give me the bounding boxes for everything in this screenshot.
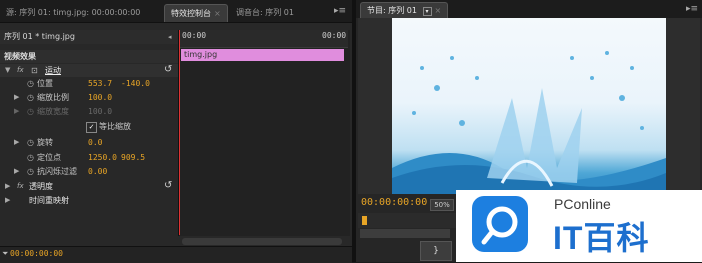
opacity-label: 透明度 [29,182,53,191]
position-row: ◷ 位置 553.7 -140.0 [0,77,178,90]
close-icon[interactable]: × [214,9,221,18]
antiflicker-row: ▶ ◷ 抗闪烁过滤 0.00 [0,165,178,178]
time-ruler[interactable]: 00:00 00:00 [180,30,348,48]
sequence-clip-label: 序列 01 * timg.jpg [0,30,182,44]
zoom-select[interactable]: 50% [430,199,454,211]
tab-source-label: 源: 序列 01: timg.jpg: 00:00:00:00 [6,8,141,17]
mark-out-button[interactable]: } [420,241,452,261]
uniform-scale-row: ✓ 等比缩放 [0,120,178,133]
timeline-scrollbar[interactable] [182,238,342,245]
video-effects-header: 视频效果 [0,50,178,63]
rotation-row: ▶ ◷ 旋转 0.0 [0,136,178,149]
tab-program[interactable]: 节目: 序列 01 ▾ × [360,2,449,18]
opacity-effect-row[interactable]: ▶ fx 透明度 ↺ [0,180,178,193]
panel-menu-icon[interactable]: ▸≡ [686,4,698,14]
chevron-right-icon[interactable]: ▶ [5,194,10,207]
watermark-logo-icon [472,196,528,252]
tab-audio-mixer-label: 调音台: 序列 01 [236,8,294,17]
stopwatch-icon: ◷ [27,107,34,116]
watermark-title: IT百科 [553,220,650,256]
ruler-time-start: 00:00 [182,31,207,40]
stopwatch-icon[interactable]: ◷ [27,165,34,178]
anchor-x-value[interactable]: 1250.0 [88,151,117,164]
stopwatch-icon[interactable]: ◷ [27,136,34,149]
transform-icon: ⊡ [31,66,38,75]
program-timecode[interactable]: 00:00:00:00 [361,197,427,208]
rotation-label: 旋转 [37,138,53,147]
scale-width-label: 缩放宽度 [37,107,69,116]
monitor-scroll-bar[interactable] [360,229,450,238]
left-tab-bar: 源: 序列 01: timg.jpg: 00:00:00:00 特效控制台 × 调… [0,0,352,23]
close-icon[interactable]: × [435,6,442,15]
tab-program-label: 节目: 序列 01 [367,6,417,15]
playhead-marker[interactable] [362,216,367,225]
stopwatch-icon[interactable]: ◷ [27,91,34,104]
fx-icon[interactable]: fx [17,64,24,77]
tab-effect-controls-label: 特效控制台 [171,9,211,18]
current-timecode[interactable]: 00:00:00:00 [10,249,63,258]
position-y-value[interactable]: -140.0 [121,77,150,90]
tab-source[interactable]: 源: 序列 01: timg.jpg: 00:00:00:00 [0,4,146,21]
expand-timeline-icon[interactable]: ◂ [168,33,172,41]
tab-effect-controls[interactable]: 特效控制台 × [164,4,228,22]
time-remap-row[interactable]: ▶ 时间重映射 [0,194,178,207]
scale-label: 缩放比例 [37,93,69,102]
motion-label: 运动 [45,66,61,75]
stopwatch-icon[interactable]: ◷ [27,77,34,90]
antiflicker-label: 抗闪烁过滤 [37,167,77,176]
time-remap-label: 时间重映射 [29,196,69,205]
right-tab-bar: 节目: 序列 01 ▾ × ▸≡ [356,0,702,18]
antiflicker-value[interactable]: 0.00 [88,165,107,178]
scale-value[interactable]: 100.0 [88,91,112,104]
motion-effect-row[interactable]: ▼ fx ⊡ 运动 ↺ [0,64,178,77]
tab-audio-mixer[interactable]: 调音台: 序列 01 [230,4,300,21]
playhead[interactable] [179,30,180,235]
scale-width-value: 100.0 [88,107,113,116]
clip-bar[interactable]: timg.jpg [181,49,344,61]
scale-row: ▶ ◷ 缩放比例 100.0 [0,91,178,104]
anchor-label: 定位点 [37,153,61,162]
position-label: 位置 [37,79,53,88]
scale-width-row: ▶ ◷ 缩放宽度 100.0 [0,105,178,118]
watermark-subtitle: PConline [554,196,611,212]
chevron-right-icon: ▶ [14,107,20,115]
uniform-scale-label: 等比缩放 [99,122,131,131]
reset-icon[interactable]: ↺ [164,179,172,192]
left-status-bar: ⏷ 00:00:00:00 [0,246,352,263]
chevron-right-icon[interactable]: ▶ [5,180,10,193]
chevron-right-icon[interactable]: ▶ [14,136,19,149]
chevron-right-icon[interactable]: ▶ [14,165,19,178]
chevron-right-icon[interactable]: ▶ [14,91,19,104]
reset-icon[interactable]: ↺ [164,63,172,76]
panel-menu-icon[interactable]: ▸≡ [334,6,346,16]
dropdown-icon[interactable]: ▾ [422,7,432,16]
stopwatch-icon[interactable]: ◷ [27,151,34,164]
divider [178,30,179,236]
uniform-scale-checkbox[interactable]: ✓ [86,122,97,133]
go-to-start-icon[interactable]: ⏷ [2,249,8,259]
fx-icon[interactable]: fx [17,180,24,193]
rotation-value[interactable]: 0.0 [88,136,102,149]
anchor-row: ◷ 定位点 1250.0 909.5 [0,151,178,164]
program-frame-image [392,18,666,194]
chevron-down-icon[interactable]: ▼ [5,64,10,77]
ruler-time-end: 00:00 [322,31,347,40]
position-x-value[interactable]: 553.7 [88,77,112,90]
anchor-y-value[interactable]: 909.5 [121,151,145,164]
